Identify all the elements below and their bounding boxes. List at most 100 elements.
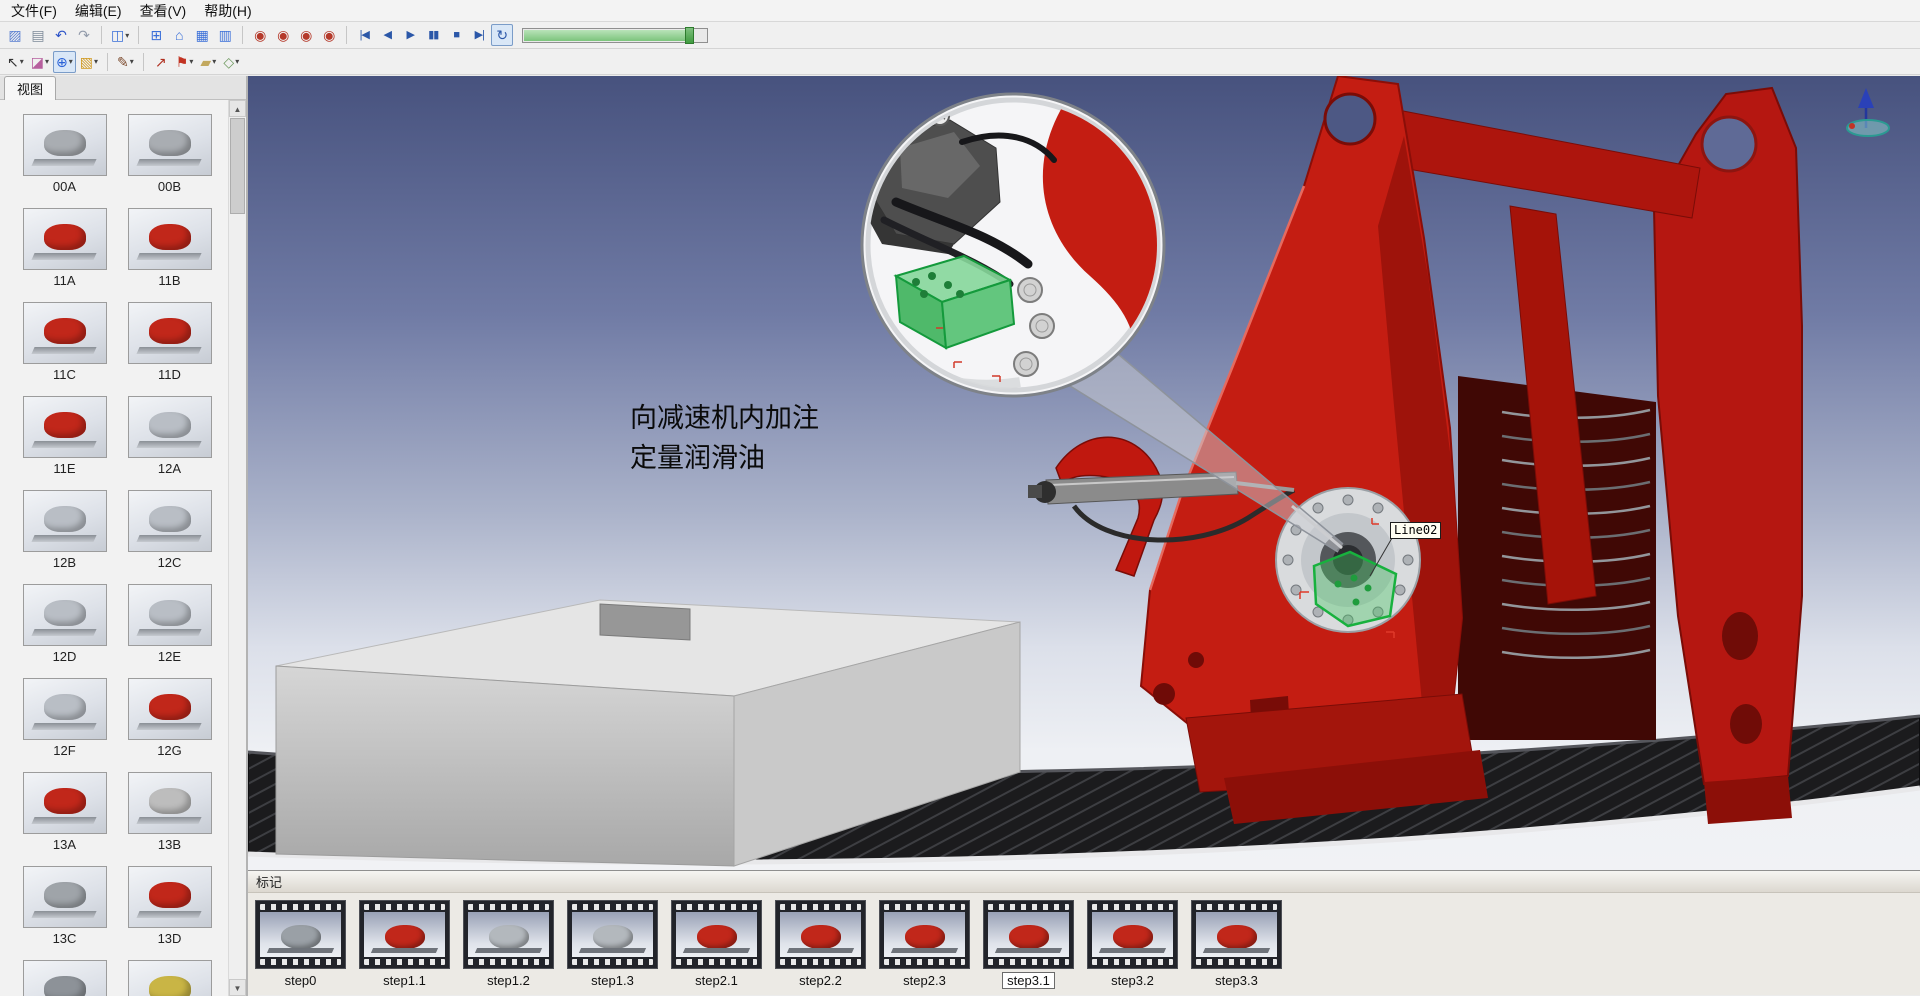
view-thumbnail-11C[interactable]: 11C [12, 302, 117, 396]
view-thumbnail-partial-2[interactable] [117, 960, 222, 996]
view-thumbnail-11A[interactable]: 11A [12, 208, 117, 302]
view-thumbnail-11B[interactable]: 11B [117, 208, 222, 302]
scrollbar-down-button[interactable]: ▼ [229, 979, 246, 996]
view-thumbnail-12E[interactable]: 12E [117, 584, 222, 678]
chevron-down-icon: ▾ [189, 57, 193, 66]
step-label: step1.1 [379, 973, 430, 988]
view-thumbnail-12G[interactable]: 12G [117, 678, 222, 772]
home-view-button[interactable]: ⌂ [168, 24, 190, 46]
loop-button[interactable]: ↻ [491, 24, 513, 46]
play-button[interactable]: ▶ [399, 24, 421, 46]
fit-view-button[interactable]: ⊞ [145, 24, 167, 46]
import-icon: ▤ [31, 28, 44, 42]
view-thumbnail-00A[interactable]: 00A [12, 114, 117, 208]
tab-views[interactable]: 视图 [4, 76, 56, 100]
step-thumbnail [359, 900, 450, 969]
thumbnail-image [23, 866, 107, 928]
step-item-step2-2[interactable]: step2.2 [775, 900, 866, 988]
viewport-canvas[interactable] [248, 76, 1920, 871]
capture-button-2[interactable]: ◉ [272, 24, 294, 46]
go-last-button[interactable]: ▶| [468, 24, 490, 46]
arrow-tool-button[interactable]: ↗ [150, 51, 172, 73]
layers-button[interactable]: ▥ [214, 24, 236, 46]
split-view-button[interactable]: ◫▾ [108, 24, 132, 46]
step-thumbnail [983, 900, 1074, 969]
step-item-step1-1[interactable]: step1.1 [359, 900, 450, 988]
stop-button[interactable]: ■ [445, 24, 467, 46]
view-thumbnail-12B[interactable]: 12B [12, 490, 117, 584]
step-back-button[interactable]: ◀ [376, 24, 398, 46]
select-tool-button[interactable]: ↖▾ [4, 51, 27, 73]
step-thumbnail [879, 900, 970, 969]
viewport-3d[interactable]: 向减速机内加注 定量润滑油 Line02 [248, 76, 1920, 871]
highlight-tool-button[interactable]: ▰▾ [197, 51, 219, 73]
thumbnail-image [128, 396, 212, 458]
view-thumbnail-12C[interactable]: 12C [117, 490, 222, 584]
lifting-hole-right [1702, 117, 1756, 171]
split-view-icon: ◫ [111, 28, 124, 42]
view-thumbnail-12A[interactable]: 12A [117, 396, 222, 490]
pan-tool-button[interactable]: ⊕▾ [53, 51, 76, 73]
erase-tool-button[interactable]: ◪▾ [28, 51, 52, 73]
view-thumbnail-13D[interactable]: 13D [117, 866, 222, 960]
undo-button[interactable]: ↶ [50, 24, 72, 46]
redo-button[interactable]: ↷ [73, 24, 95, 46]
view-thumbnail-13C[interactable]: 13C [12, 866, 117, 960]
thumbnail-label: 12F [53, 743, 75, 758]
pause-button[interactable]: ▮▮ [422, 24, 444, 46]
capture-button-1[interactable]: ◉ [249, 24, 271, 46]
line02-label[interactable]: Line02 [1390, 522, 1441, 539]
thumbnail-image [128, 114, 212, 176]
measure-button[interactable]: ▦ [191, 24, 213, 46]
thumbnail-image [128, 208, 212, 270]
step-item-step0[interactable]: step0 [255, 900, 346, 988]
note-tool-button[interactable]: ◇▾ [220, 51, 242, 73]
pan-tool-icon: ⊕ [56, 55, 68, 69]
step-item-step3-2[interactable]: step3.2 [1087, 900, 1178, 988]
view-panel: 视图 00A 00B 11A 11B 11C 11D 11E 12A 12B 1… [0, 76, 248, 996]
step-item-step2-3[interactable]: step2.3 [879, 900, 970, 988]
view-thumbnail-11D[interactable]: 11D [117, 302, 222, 396]
menu-help[interactable]: 帮助(H) [195, 0, 260, 22]
thumbnail-image [128, 772, 212, 834]
appearance-tool-button[interactable]: ▧▾ [77, 51, 101, 73]
view-thumbnail-12F[interactable]: 12F [12, 678, 117, 772]
view-thumbnail-11E[interactable]: 11E [12, 396, 117, 490]
step-item-step3-1[interactable]: step3.1 [983, 900, 1074, 988]
open-button[interactable]: ▨ [4, 24, 26, 46]
view-thumbnail-00B[interactable]: 00B [117, 114, 222, 208]
view-panel-scrollbar[interactable]: ▲ ▼ [228, 100, 246, 996]
thumbnail-image [23, 678, 107, 740]
view-thumbnail-12D[interactable]: 12D [12, 584, 117, 678]
chevron-down-icon: ▾ [212, 57, 216, 66]
step-item-step2-1[interactable]: step2.1 [671, 900, 762, 988]
view-thumbnail-partial-1[interactable] [12, 960, 117, 996]
speed-slider[interactable] [522, 28, 708, 43]
menu-view[interactable]: 查看(V) [131, 0, 196, 22]
scrollbar-thumb[interactable] [230, 118, 245, 214]
play-icon: ▶ [407, 28, 414, 42]
menu-edit[interactable]: 编辑(E) [66, 0, 131, 22]
chevron-down-icon: ▾ [235, 57, 239, 66]
go-first-button[interactable]: |◀ [353, 24, 375, 46]
thumbnail-image [23, 114, 107, 176]
scrollbar-up-button[interactable]: ▲ [229, 100, 246, 117]
erase-tool-icon: ◪ [31, 55, 44, 69]
view-thumbnail-13B[interactable]: 13B [117, 772, 222, 866]
thumbnail-image [128, 866, 212, 928]
capture-button-4[interactable]: ◉ [318, 24, 340, 46]
view-thumbnail-13A[interactable]: 13A [12, 772, 117, 866]
menu-bar: 文件(F) 编辑(E) 查看(V) 帮助(H) [0, 0, 1920, 22]
slider-handle[interactable] [685, 27, 694, 44]
step-item-step1-3[interactable]: step1.3 [567, 900, 658, 988]
import-button[interactable]: ▤ [27, 24, 49, 46]
flag-tool-button[interactable]: ⚑▾ [173, 51, 197, 73]
step-item-step3-3[interactable]: step3.3 [1191, 900, 1282, 988]
fit-view-icon: ⊞ [150, 28, 162, 42]
menu-file[interactable]: 文件(F) [2, 0, 66, 22]
step-item-step1-2[interactable]: step1.2 [463, 900, 554, 988]
pen-tool-button[interactable]: ✎▾ [114, 51, 137, 73]
note-tool-icon: ◇ [223, 55, 234, 69]
chevron-down-icon: ▾ [125, 31, 129, 40]
capture-button-3[interactable]: ◉ [295, 24, 317, 46]
